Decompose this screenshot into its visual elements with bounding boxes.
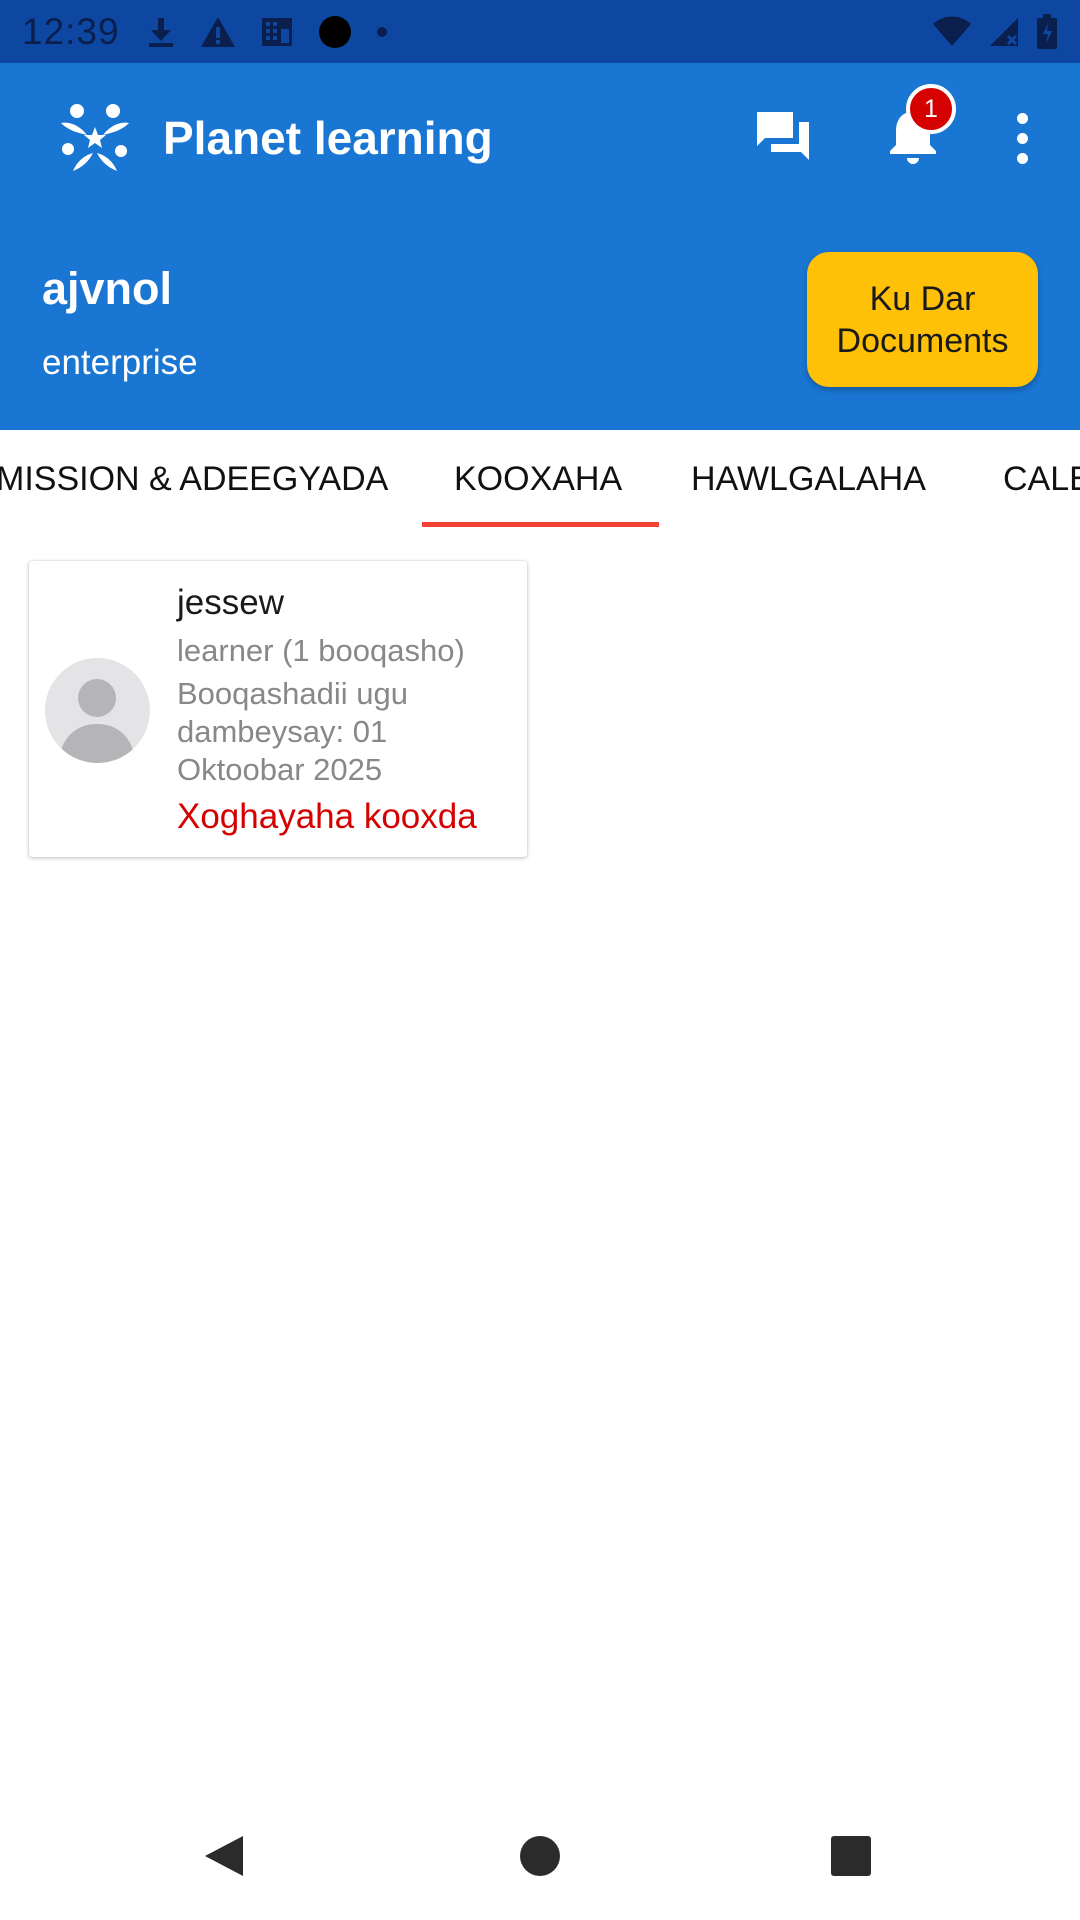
download-icon xyxy=(146,16,176,48)
team-secretary-link[interactable]: Xoghayaha kooxda xyxy=(177,797,477,837)
planet-logo-icon xyxy=(55,97,135,177)
member-role: learner (1 booqasho) xyxy=(177,633,465,668)
recents-icon[interactable] xyxy=(831,1836,871,1876)
team-type: enterprise xyxy=(42,343,198,382)
tab-calendar[interactable]: CALE xyxy=(1003,460,1080,499)
tab-activities[interactable]: HAWLGALAHA xyxy=(691,460,926,499)
app-bar: Planet learning 1 xyxy=(0,63,1080,213)
add-documents-label: Ku Dar Documents xyxy=(836,279,1009,360)
status-system-icons xyxy=(932,13,1058,50)
add-documents-button[interactable]: Ku Dar Documents xyxy=(807,252,1038,387)
active-tab-indicator xyxy=(422,522,659,527)
more-vert-icon[interactable] xyxy=(1006,107,1038,169)
cell-signal-icon xyxy=(988,16,1020,48)
tab-mission-services[interactable]: MISSION & ADEEGYADA xyxy=(0,460,388,499)
tab-bar: MISSION & ADEEGYADA KOOXAHA HAWLGALAHA C… xyxy=(0,430,1080,530)
team-header: ajvnol enterprise Ku Dar Documents xyxy=(0,213,1080,430)
member-card[interactable]: jessew learner (1 booqasho) Booqashadii … xyxy=(29,561,527,857)
status-notification-icons xyxy=(146,15,388,49)
back-icon[interactable] xyxy=(203,1834,245,1883)
battery-icon xyxy=(1036,13,1058,50)
dot-icon xyxy=(376,26,388,38)
status-bar: 12:39 xyxy=(0,0,1080,63)
tab-teams[interactable]: KOOXAHA xyxy=(454,460,622,499)
status-time: 12:39 xyxy=(22,10,120,52)
circle-icon xyxy=(318,15,352,49)
member-name: jessew xyxy=(177,583,284,622)
app-title: Planet learning xyxy=(163,112,493,164)
wifi-icon xyxy=(932,16,972,48)
avatar xyxy=(45,658,150,763)
chat-icon[interactable] xyxy=(752,105,814,167)
warning-icon xyxy=(200,16,236,48)
member-last-visit: Booqashadii ugu dambeysay: 01 Oktoobar 2… xyxy=(177,676,408,787)
building-icon xyxy=(260,16,294,48)
home-icon[interactable] xyxy=(520,1836,560,1876)
notification-badge: 1 xyxy=(906,84,956,134)
team-name: ajvnol xyxy=(42,263,173,314)
system-nav-bar xyxy=(0,1790,1080,1920)
